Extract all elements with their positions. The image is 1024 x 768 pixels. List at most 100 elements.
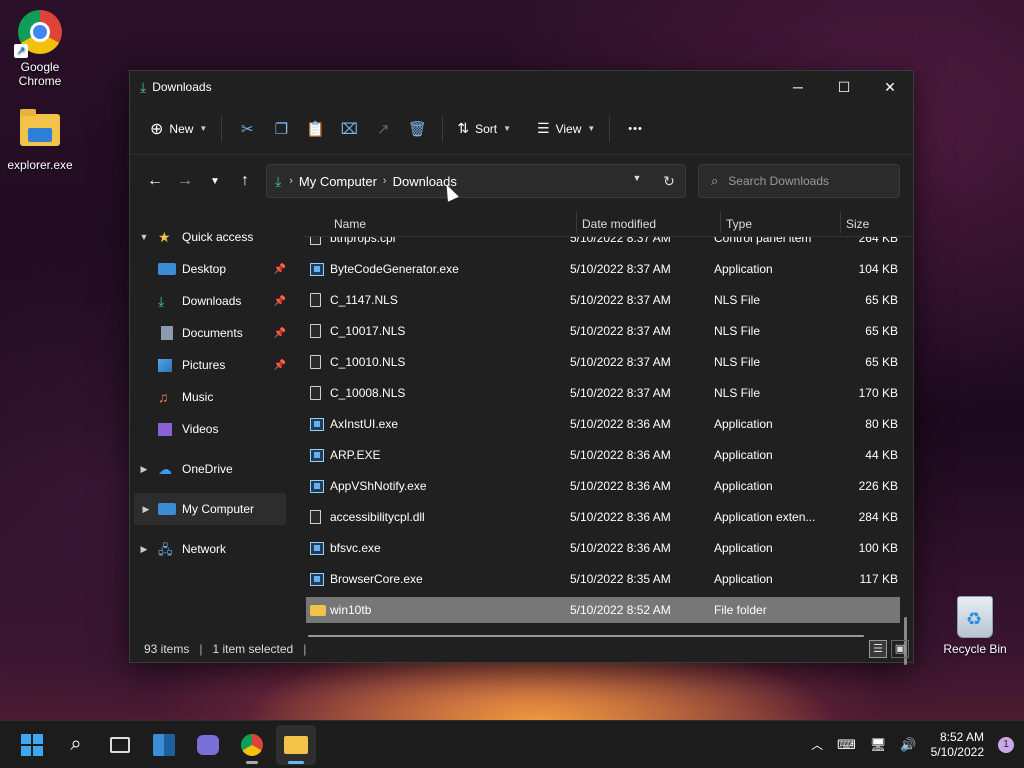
search-button[interactable]: ⌕ <box>56 725 96 765</box>
desktop-icon-label: Chrome <box>18 74 62 88</box>
file-icon <box>310 510 321 524</box>
clock[interactable]: 8:52 AM 5/10/2022 <box>931 730 984 760</box>
sidebar-item-label: OneDrive <box>182 462 233 476</box>
folder-icon <box>16 106 64 154</box>
tiles-view-icon[interactable]: ▣ <box>891 640 909 658</box>
up-button[interactable]: ↑ <box>230 166 260 196</box>
volume-icon[interactable]: 🔊 <box>900 737 916 753</box>
file-icon <box>310 386 321 400</box>
file-row[interactable]: C_10010.NLS 5/10/2022 8:37 AM NLS File 65 K… <box>306 349 900 375</box>
chevron-right-icon: ▶ <box>142 503 150 514</box>
address-dropdown-icon[interactable]: ▼ <box>621 173 653 190</box>
file-explorer-taskbar-button[interactable] <box>276 724 316 765</box>
sidebar-item-pictures[interactable]: Pictures 📌 <box>130 349 290 381</box>
task-view-button[interactable] <box>100 725 140 765</box>
file-name: C_10010.NLS <box>330 355 406 369</box>
widgets-button[interactable] <box>144 725 184 765</box>
file-type: File folder <box>714 603 767 617</box>
sort-button[interactable]: ⇅ Sort ▼ <box>451 113 517 145</box>
file-row[interactable]: BrowserCore.exe 5/10/2022 8:35 AM Applicat… <box>306 566 900 592</box>
more-options-button[interactable]: ••• <box>618 113 653 145</box>
sidebar-item-network[interactable]: ▶ 🖧 Network <box>130 533 290 565</box>
cut-icon[interactable]: ✂ <box>230 113 264 145</box>
back-button[interactable]: ← <box>140 166 170 196</box>
chevron-down-icon: ▼ <box>587 124 596 133</box>
column-header-size[interactable]: Size <box>846 217 869 231</box>
details-view-icon[interactable]: ☰ <box>869 640 887 658</box>
file-row[interactable]: C_10008.NLS 5/10/2022 8:37 AM NLS File 170 … <box>306 380 900 406</box>
sidebar-item-my-computer[interactable]: ▶ My Computer <box>134 493 286 525</box>
copy-icon[interactable]: ❐ <box>264 113 298 145</box>
file-row[interactable]: C_1147.NLS 5/10/2022 8:37 AM NLS File 65 KB <box>306 287 900 313</box>
chat-button[interactable] <box>188 725 228 765</box>
network-icon: 🖧 <box>158 542 173 557</box>
start-button[interactable] <box>12 725 52 765</box>
application-icon <box>310 479 324 493</box>
application-icon <box>310 448 324 462</box>
sidebar-item-downloads[interactable]: ⤓ Downloads 📌 <box>130 285 290 317</box>
file-date: 5/10/2022 8:36 AM <box>570 448 671 462</box>
search-icon: ⌕ <box>70 733 82 755</box>
file-row[interactable]: ARP.EXE 5/10/2022 8:36 AM Application 44 KB <box>306 442 900 468</box>
keyboard-icon[interactable]: ⌨ <box>837 737 856 753</box>
sidebar-item-music[interactable]: ♫ Music <box>130 381 290 413</box>
file-row[interactable]: C_10017.NLS 5/10/2022 8:37 AM NLS File 65 K… <box>306 318 900 344</box>
sidebar-item-quick-access[interactable]: ▼ ★ Quick access <box>130 221 290 253</box>
download-icon: ⤓ <box>140 78 147 95</box>
desktop-icon-explorer[interactable]: explorer.exe <box>0 106 80 172</box>
chevron-right-icon: › <box>382 175 387 187</box>
file-type: Application <box>714 572 773 586</box>
file-date: 5/10/2022 8:37 AM <box>570 355 671 369</box>
column-header-name[interactable]: Name <box>334 217 366 231</box>
delete-icon[interactable]: 🗑 <box>400 113 434 145</box>
paste-icon[interactable]: 📋 <box>298 113 332 145</box>
desktop-icon-recycle-bin[interactable]: ♻ Recycle Bin <box>940 596 1010 656</box>
address-bar[interactable]: ⤓ › My Computer › Downloads ▼ ↻ <box>266 164 686 198</box>
network-status-icon[interactable]: 🖥 <box>870 737 887 753</box>
music-icon: ♫ <box>158 389 169 405</box>
maximize-button[interactable]: ☐ <box>821 71 867 103</box>
download-icon: ⤓ <box>275 172 282 189</box>
file-type: Control panel item <box>714 237 812 245</box>
column-header-type[interactable]: Type <box>726 217 752 231</box>
search-box[interactable]: ⌕ Search Downloads <box>698 164 900 198</box>
new-button[interactable]: ⊕ New ▼ <box>144 113 213 145</box>
file-row[interactable]: bthprops.cpl 5/10/2022 8:37 AM Control pan… <box>306 237 900 251</box>
close-button[interactable]: ✕ <box>867 71 913 103</box>
file-type: Application <box>714 448 773 462</box>
minimize-button[interactable]: ─ <box>775 71 821 103</box>
sidebar-item-label: Network <box>182 542 227 556</box>
file-row[interactable]: win10tb 5/10/2022 8:52 AM File folder <box>306 597 900 623</box>
file-row[interactable]: accessibilitycpl.dll 5/10/2022 8:36 AM App… <box>306 504 900 530</box>
column-header-date[interactable]: Date modified <box>582 217 656 231</box>
desktop-icon <box>158 263 176 275</box>
notification-badge[interactable]: 1 <box>998 736 1014 753</box>
view-button[interactable]: ☰ View ▼ <box>531 113 601 145</box>
widgets-icon <box>153 733 175 756</box>
file-type: Application <box>714 479 773 493</box>
file-type: Application <box>714 417 773 431</box>
file-row[interactable]: bfsvc.exe 5/10/2022 8:36 AM Application 100… <box>306 535 900 561</box>
file-row[interactable]: AxInstUI.exe 5/10/2022 8:36 AM Application… <box>306 411 900 437</box>
desktop-icon-chrome[interactable]: ↗ Google Chrome <box>0 8 80 88</box>
task-view-icon <box>110 736 130 753</box>
breadcrumb-my-computer[interactable]: My Computer <box>299 174 377 189</box>
recent-locations-button[interactable]: ▼ <box>200 166 230 196</box>
title-bar[interactable]: ⤓ Downloads ─ ☐ ✕ <box>130 71 913 103</box>
sidebar-item-videos[interactable]: Videos <box>130 413 290 445</box>
chrome-taskbar-button[interactable] <box>232 725 272 765</box>
forward-button[interactable]: → <box>170 166 200 196</box>
sidebar-item-desktop[interactable]: Desktop 📌 <box>130 253 290 285</box>
rename-icon[interactable]: ⌧ <box>332 113 366 145</box>
file-size: 100 KB <box>858 541 898 555</box>
clock-time: 8:52 AM <box>939 729 984 744</box>
file-name: bfsvc.exe <box>330 541 381 555</box>
file-row[interactable]: AppVShNotify.exe 5/10/2022 8:36 AM Applica… <box>306 473 900 499</box>
file-name: bthprops.cpl <box>330 237 396 245</box>
file-row[interactable]: ByteCodeGenerator.exe 5/10/2022 8:37 AM Ap… <box>306 256 900 282</box>
chevron-up-icon[interactable]: ︿ <box>811 736 823 753</box>
sidebar-item-onedrive[interactable]: ▶ ☁ OneDrive <box>130 453 290 485</box>
share-icon[interactable]: ↗ <box>366 113 400 145</box>
sidebar-item-documents[interactable]: Documents 📌 <box>130 317 290 349</box>
refresh-icon[interactable]: ↻ <box>653 173 685 190</box>
